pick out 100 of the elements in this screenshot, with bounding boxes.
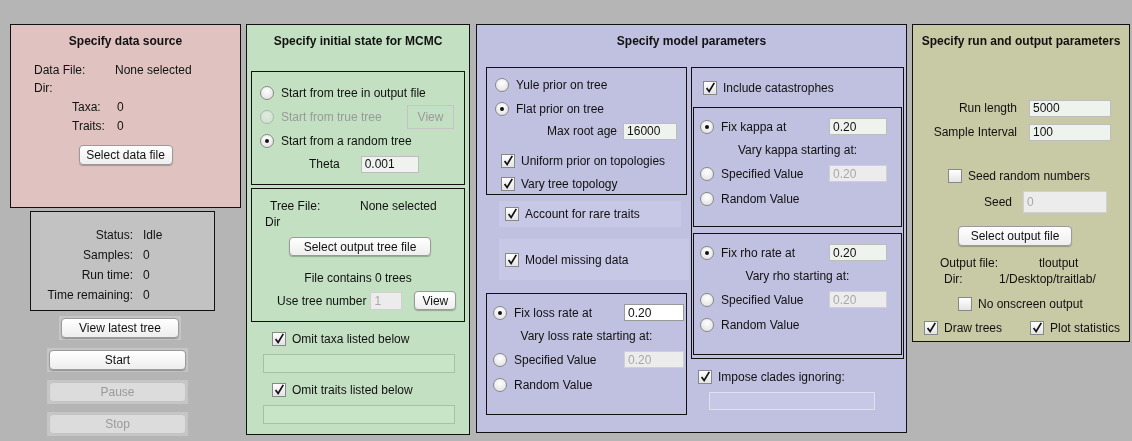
rate-field[interactable]: 0.20: [624, 304, 684, 321]
input-field[interactable]: [263, 405, 455, 424]
checkbox[interactable]: [272, 383, 286, 397]
field-label: Run length: [957, 101, 1017, 115]
select-data-file-button[interactable]: Select data file: [78, 145, 173, 165]
checkbox[interactable]: [958, 297, 972, 311]
radio-label: Random Value: [514, 377, 594, 392]
checkbox-label: Draw trees: [944, 321, 1002, 335]
field-label: Output file:: [940, 256, 1000, 270]
radio-button[interactable]: [700, 317, 714, 332]
field-label: Max root age: [547, 124, 618, 138]
checkbox-label: Omit traits listed below: [292, 383, 413, 397]
checkbox[interactable]: [703, 80, 717, 95]
status-value: Idle: [143, 228, 163, 242]
file-name: None selected: [360, 199, 437, 213]
panel-title: Specify model parameters: [615, 33, 768, 49]
radio-button[interactable]: [495, 102, 509, 116]
count-value: 0: [117, 118, 124, 133]
checkbox[interactable]: [948, 169, 962, 183]
radio-label: Specified Value: [721, 292, 805, 307]
checkbox-label: Seed random numbers: [968, 169, 1091, 183]
checkbox[interactable]: [505, 207, 519, 221]
checkbox-label: Include catastrophes: [723, 80, 834, 95]
count-value: 0: [117, 99, 124, 114]
panel-title: Specify initial state for MCMC: [272, 33, 444, 49]
radio-button[interactable]: [493, 377, 507, 392]
radio-label: Flat prior on tree: [516, 102, 605, 116]
input-field[interactable]: 5000: [1029, 99, 1111, 117]
file-name: tloutput: [1039, 256, 1079, 270]
run-control-button[interactable]: View latest tree: [61, 318, 179, 338]
status-value: 0: [143, 248, 150, 262]
view-button[interactable]: View: [414, 291, 457, 310]
field-label: Theta: [309, 157, 340, 171]
radio-label: Fix kappa at: [721, 119, 788, 134]
radio-label: Start from a random tree: [281, 134, 412, 148]
tree-count-text: File contains 0 trees: [303, 270, 413, 286]
field-label: Taxa:: [72, 99, 102, 114]
checkbox[interactable]: [505, 252, 519, 267]
radio-label: Random Value: [721, 191, 801, 206]
status-value: 0: [143, 268, 150, 282]
select-output-file-button[interactable]: Select output file: [958, 226, 1072, 246]
checkbox-label: Impose clades ignoring:: [718, 370, 845, 384]
checkbox[interactable]: [1030, 321, 1044, 335]
field-label: Dir:: [34, 81, 53, 95]
file-name: None selected: [115, 63, 192, 77]
field-label: Sample Interval: [932, 125, 1017, 139]
radio-label: Specified Value: [514, 352, 598, 367]
radio-button[interactable]: [493, 305, 507, 320]
panel-title: Specify data source: [67, 33, 184, 49]
field-label: Seed: [984, 195, 1013, 209]
radio-label: Specified Value: [721, 166, 805, 181]
checkbox-label: No onscreen output: [978, 297, 1083, 311]
status-label: Run time:: [80, 268, 133, 282]
vary-label: Vary loss rate starting at:: [519, 328, 654, 345]
radio-label: Random Value: [721, 317, 801, 332]
checkbox-label: Vary tree topology: [521, 176, 618, 191]
radio-button[interactable]: [260, 86, 274, 100]
radio-label: Fix rho rate at: [721, 245, 797, 260]
status-value: 0: [143, 288, 150, 302]
radio-button[interactable]: [495, 78, 509, 92]
max-root-age-field[interactable]: 16000: [623, 122, 678, 140]
field-label: Data File:: [34, 63, 87, 77]
input-field[interactable]: [263, 354, 455, 373]
radio-label: Yule prior on tree: [516, 78, 608, 92]
checkbox[interactable]: [501, 153, 515, 168]
status-label: Status:: [94, 228, 133, 242]
checkbox-label: Omit taxa listed below: [292, 332, 410, 346]
theta-field[interactable]: 0.001: [360, 155, 419, 173]
rate-field[interactable]: 0.20: [829, 118, 887, 135]
checkbox-label: Uniform prior on topologies: [521, 153, 666, 168]
vary-label: Vary kappa starting at:: [736, 142, 859, 159]
radio-button[interactable]: [700, 191, 714, 206]
radio-button[interactable]: [700, 119, 714, 134]
radio-button[interactable]: [700, 245, 714, 260]
checkbox-label: Account for rare traits: [525, 207, 640, 221]
panel-title: Specify run and output parameters: [920, 33, 1122, 49]
checkbox[interactable]: [698, 370, 712, 384]
input-field[interactable]: 100: [1029, 123, 1111, 141]
select-output-tree-file-button[interactable]: Select output tree file: [289, 237, 431, 256]
field-label: Dir:: [944, 272, 964, 286]
field-label: Use tree number: [277, 293, 367, 308]
checkbox-label: Plot statistics: [1050, 321, 1121, 335]
radio-label: Start from tree in output file: [281, 86, 426, 100]
field-label: Dir: [265, 215, 281, 229]
status-label: Samples:: [81, 248, 133, 262]
field-label: Traits:: [72, 118, 106, 133]
radio-label: Fix loss rate at: [514, 305, 594, 320]
checkbox[interactable]: [501, 176, 515, 191]
run-control-button[interactable]: Start: [49, 350, 186, 370]
checkbox[interactable]: [272, 332, 286, 346]
input-field[interactable]: [709, 392, 875, 410]
rate-field[interactable]: 0.20: [829, 244, 887, 261]
checkbox-label: Model missing data: [525, 252, 629, 267]
field-label: Tree File:: [270, 199, 322, 213]
radio-label: Start from true tree: [281, 110, 382, 124]
directory-path: 1/Desktop/traitlab/: [999, 272, 1096, 286]
vary-label: Vary rho starting at:: [744, 268, 851, 285]
radio-button[interactable]: [260, 134, 274, 148]
status-label: Time remaining:: [46, 288, 133, 302]
checkbox[interactable]: [924, 321, 938, 335]
